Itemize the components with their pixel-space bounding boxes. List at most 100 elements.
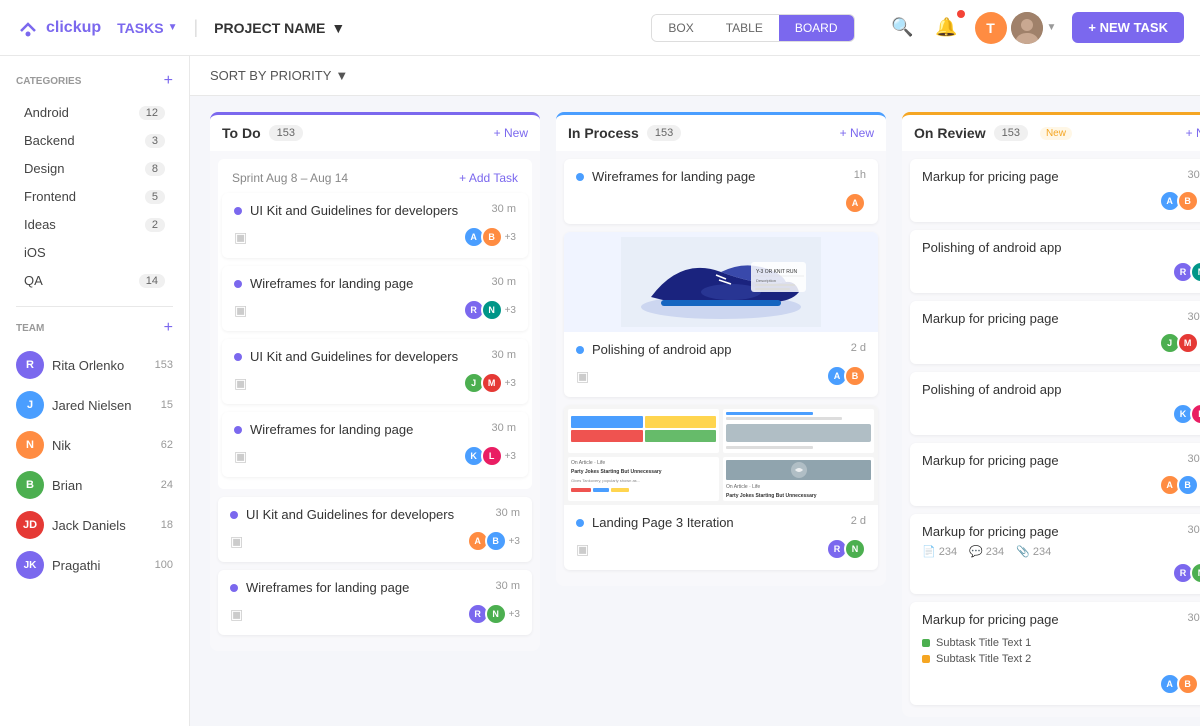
onreview-new-button[interactable]: + New (1186, 126, 1200, 140)
column-inprocess-header: In Process 153 + New (556, 112, 886, 151)
avatar-group: R N +3 (467, 603, 520, 625)
project-name[interactable]: PROJECT NAME ▼ (214, 20, 345, 36)
todo-card-6[interactable]: Wireframes for landing page 30 m ▣ R N +… (218, 570, 532, 635)
onreview-card-1[interactable]: Markup for pricing page 30 m A B +3 (910, 159, 1200, 222)
priority-dot (576, 173, 584, 181)
avatar: M (481, 372, 503, 394)
user-chevron-icon: ▼ (1047, 22, 1057, 33)
add-team-button[interactable]: + (164, 319, 173, 337)
inprocess-card-1[interactable]: Wireframes for landing page 1h A (564, 159, 878, 224)
avatar-group: J M +3 (463, 372, 516, 394)
sidebar-item-android[interactable]: Android 12 (8, 99, 181, 126)
todo-card-3[interactable]: UI Kit and Guidelines for developers 30 … (222, 339, 528, 404)
avatar: B (844, 365, 866, 387)
avatar-jack: JD (16, 511, 44, 539)
inprocess-card-2[interactable]: Y-3 OR KNIT RUN Description Polishing of… (564, 232, 878, 397)
task-icon: ▣ (230, 606, 243, 623)
avatar-group: R N +3 (463, 299, 516, 321)
svg-text:Y-3 OR KNIT RUN: Y-3 OR KNIT RUN (756, 269, 798, 275)
todo-card-5[interactable]: UI Kit and Guidelines for developers 30 … (218, 497, 532, 562)
priority-dot (234, 280, 242, 288)
avatar-group: R N (1172, 261, 1200, 283)
categories-label: CATEGORIES + (0, 72, 189, 98)
inprocess-new-button[interactable]: + New (840, 126, 874, 140)
column-todo: To Do 153 + New Sprint Aug 8 – Aug 14 + … (210, 112, 540, 651)
stat-attachments: 📎 234 (1016, 545, 1051, 558)
new-badge: New (1040, 127, 1072, 140)
attachments-icon: 📎 (1016, 545, 1030, 558)
notification-container: 🔔 (931, 12, 963, 44)
column-onreview-body: Markup for pricing page 30 m A B +3 (902, 151, 1200, 717)
subtasks-list: Subtask Title Text 1 Subtask Title Text … (922, 635, 1200, 667)
logo: clickup (16, 16, 101, 40)
sort-button[interactable]: SORT BY PRIORITY ▼ (210, 68, 348, 83)
stat-docs: 📄 234 (922, 545, 957, 558)
add-task-button[interactable]: + Add Task (459, 171, 518, 185)
avatar-nik: N (16, 431, 44, 459)
priority-dot (234, 207, 242, 215)
team-member-pragathi[interactable]: JK Pragathi 100 (0, 545, 189, 585)
priority-dot (576, 346, 584, 354)
avatar: B (485, 530, 507, 552)
main-content: SORT BY PRIORITY ▼ To Do 153 + New Sprin… (190, 56, 1200, 726)
team-member-brian[interactable]: B Brian 24 (0, 465, 189, 505)
subtask-dot (922, 655, 930, 663)
onreview-card-2[interactable]: Polishing of android app 1h R N (910, 230, 1200, 293)
todo-card-1[interactable]: UI Kit and Guidelines for developers 30 … (222, 193, 528, 258)
team-member-rita[interactable]: R Rita Orlenko 153 (0, 345, 189, 385)
team-label: TEAM + (0, 319, 189, 345)
task-pages-preview: On Article · Life Party Jokes Starting B… (564, 405, 878, 505)
tab-box[interactable]: BOX (652, 15, 709, 41)
avatar-brian: B (16, 471, 44, 499)
sidebar-item-backend[interactable]: Backend 3 (8, 127, 181, 154)
docs-icon: 📄 (922, 545, 936, 558)
add-category-button[interactable]: + (164, 72, 173, 90)
view-tabs: BOX TABLE BOARD (651, 14, 854, 42)
column-inprocess: In Process 153 + New Wireframes for land… (556, 112, 886, 586)
sidebar-item-design[interactable]: Design 8 (8, 155, 181, 182)
todo-card-2[interactable]: Wireframes for landing page 30 m ▣ R N +… (222, 266, 528, 331)
search-button[interactable]: 🔍 (887, 12, 919, 44)
sprint-group: Sprint Aug 8 – Aug 14 + Add Task UI Kit … (218, 159, 532, 489)
onreview-card-4[interactable]: Polishing of android app 1h K L (910, 372, 1200, 435)
user-menu[interactable]: T ▼ (975, 12, 1057, 44)
sidebar-item-ideas[interactable]: Ideas 2 (8, 211, 181, 238)
new-task-button[interactable]: + NEW TASK (1072, 12, 1184, 43)
header-separator: | (193, 17, 198, 38)
team-member-jared[interactable]: J Jared Nielsen 15 (0, 385, 189, 425)
sort-chevron-icon: ▼ (335, 68, 348, 83)
tasks-button[interactable]: TASKS ▼ (117, 20, 177, 36)
onreview-card-5[interactable]: Markup for pricing page 30 m A B +3 (910, 443, 1200, 506)
onreview-card-6[interactable]: Markup for pricing page 30 m 📄 234 💬 234 (910, 514, 1200, 594)
inprocess-card-3[interactable]: On Article · Life Party Jokes Starting B… (564, 405, 878, 570)
team-member-nik[interactable]: N Nik 62 (0, 425, 189, 465)
column-todo-header: To Do 153 + New (210, 112, 540, 151)
avatar: B (481, 226, 503, 248)
column-inprocess-body: Wireframes for landing page 1h A (556, 151, 886, 586)
avatar: N (481, 299, 503, 321)
task-card-content: Landing Page 3 Iteration 2 d ▣ R N (564, 505, 878, 570)
sidebar-item-ios[interactable]: iOS (8, 239, 181, 266)
avatar-pragathi: JK (16, 551, 44, 579)
avatar: N (1190, 261, 1200, 283)
task-icon: ▣ (234, 302, 247, 319)
avatar: L (481, 445, 503, 467)
sidebar-item-qa[interactable]: QA 14 (8, 267, 181, 294)
avatar-group: J M +3 (1159, 332, 1200, 354)
app-header: clickup TASKS ▼ | PROJECT NAME ▼ BOX TAB… (0, 0, 1200, 56)
avatar: N (485, 603, 507, 625)
todo-card-4[interactable]: Wireframes for landing page 30 m ▣ K L +… (222, 412, 528, 477)
team-member-jack[interactable]: JD Jack Daniels 18 (0, 505, 189, 545)
sidebar-item-frontend[interactable]: Frontend 5 (8, 183, 181, 210)
onreview-card-3[interactable]: Markup for pricing page 30 m J M +3 (910, 301, 1200, 364)
tab-board[interactable]: BOARD (779, 15, 854, 41)
svg-text:Description: Description (756, 278, 776, 283)
avatar: M (1177, 332, 1199, 354)
todo-new-button[interactable]: + New (494, 126, 528, 140)
avatar: B (1177, 474, 1199, 496)
onreview-card-7[interactable]: Markup for pricing page 30 m Subtask Tit… (910, 602, 1200, 705)
tab-table[interactable]: TABLE (710, 15, 779, 41)
priority-dot (230, 511, 238, 519)
user-initial-avatar: T (975, 12, 1007, 44)
stat-comments: 💬 234 (969, 545, 1004, 558)
